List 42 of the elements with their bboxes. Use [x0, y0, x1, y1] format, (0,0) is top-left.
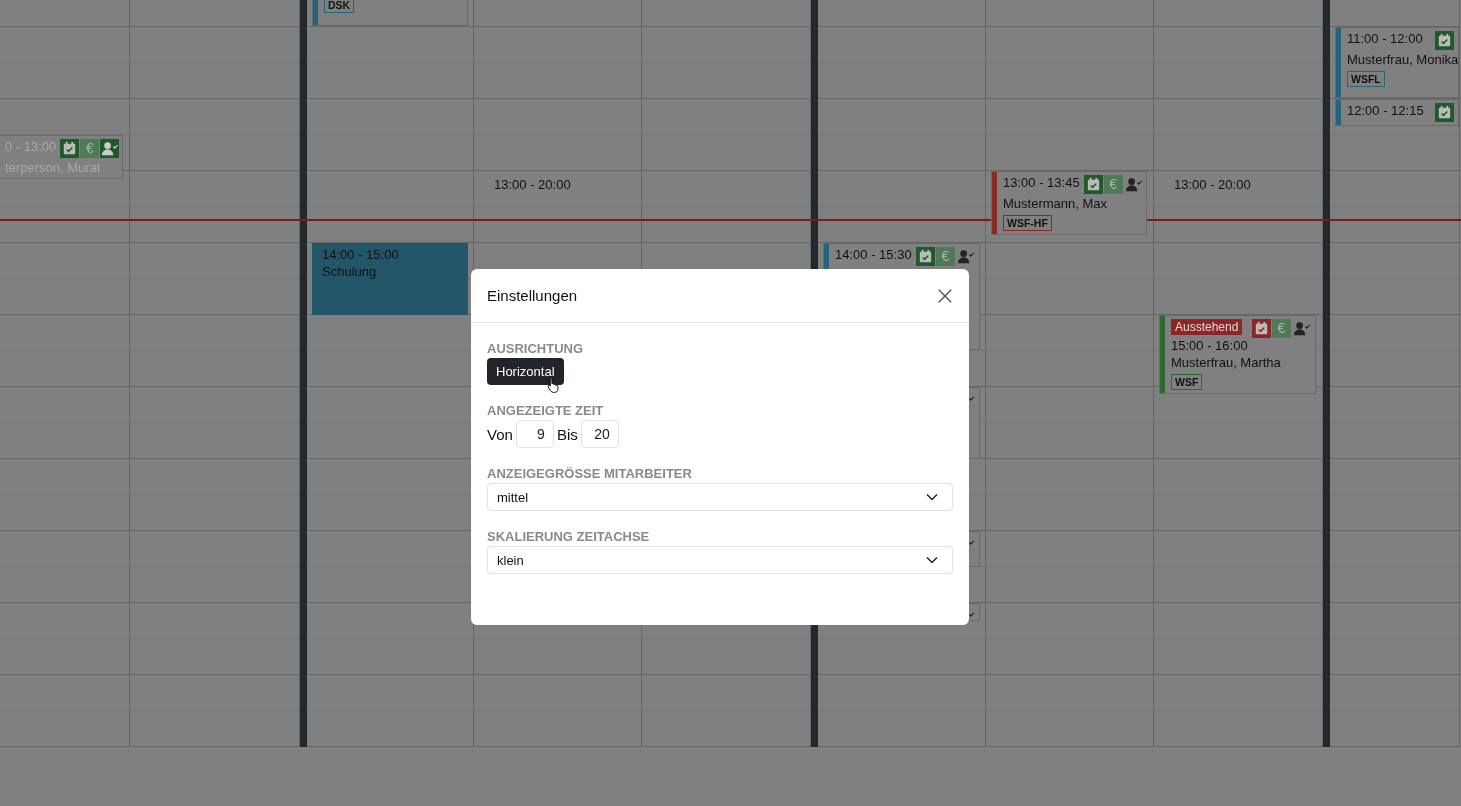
payment-status: € — [1103, 175, 1123, 194]
payment-status: € — [936, 247, 955, 266]
from-label: Von — [487, 425, 513, 443]
appointment-card[interactable]: DSK — [312, 0, 468, 26]
appointment-time: 13:00 - 13:45 — [1003, 175, 1080, 190]
appointment-card[interactable]: 12:00 - 12:15 — [1335, 99, 1459, 126]
chevron-icon — [926, 493, 938, 501]
orientation-button[interactable]: Horizontal — [487, 358, 564, 385]
event-title: Schulung — [322, 264, 377, 279]
dropdown[interactable]: mittel — [487, 483, 953, 511]
client-name: Musterfrau, Martha — [1171, 355, 1281, 370]
appointment-card[interactable]: 11:00 - 12:00 Musterfrau, Monika WSFL — [1335, 27, 1459, 98]
appointment-time: 14:00 - 15:30 — [835, 247, 912, 262]
end-hour-field[interactable]: 20 — [580, 420, 619, 448]
section-label: AUSRICHTUNG — [487, 341, 584, 356]
client-name: Musterfrau, Monika — [1347, 52, 1458, 67]
close-icon[interactable] — [937, 287, 953, 304]
appointment-time: 15:00 - 16:00 — [1171, 338, 1248, 353]
shift-hours: 13:00 - 20:00 — [494, 177, 571, 192]
payment-status: € — [80, 139, 100, 158]
service-tag: DSK — [324, 0, 355, 13]
service-tag: WSF-HF — [1003, 215, 1052, 231]
appointment-time: 12:00 - 12:15 — [1347, 103, 1424, 118]
shift-hours: 13:00 - 20:00 — [1174, 177, 1251, 192]
section-label: ANGEZEIGTE ZEIT — [487, 403, 604, 418]
start-hour-field[interactable]: 9 — [515, 420, 554, 448]
chevron-icon — [926, 556, 938, 564]
status-badge: Ausstehend — [1171, 319, 1243, 335]
payment-status: € — [1272, 319, 1291, 338]
service-tag: WSFL — [1347, 71, 1385, 87]
dropdown[interactable]: klein — [487, 546, 953, 574]
appointment-card[interactable]: Ausstehend 15:00 - 16:00 € Musterfrau, Martha WSF — [1159, 315, 1316, 394]
event-time: 14:00 - 15:00 — [322, 247, 399, 262]
dialog-title: Einstellungen — [487, 287, 578, 304]
appointment-card[interactable]: 13:00 - 13:45 € Mustermann, Max WSF-HF — [991, 171, 1147, 235]
client-name: Mustermann, Max — [1003, 196, 1108, 211]
appointment-time: 11:00 - 12:00 — [1347, 31, 1423, 46]
pointer-cursor-icon — [547, 376, 560, 393]
section-label: SKALIERUNG ZEITACHSE — [487, 529, 650, 544]
to-label: Bis — [556, 425, 578, 443]
section-label: ANZEIGEGRÖSSE MITARBEITER — [487, 466, 692, 481]
service-tag: WSF — [1171, 374, 1203, 390]
